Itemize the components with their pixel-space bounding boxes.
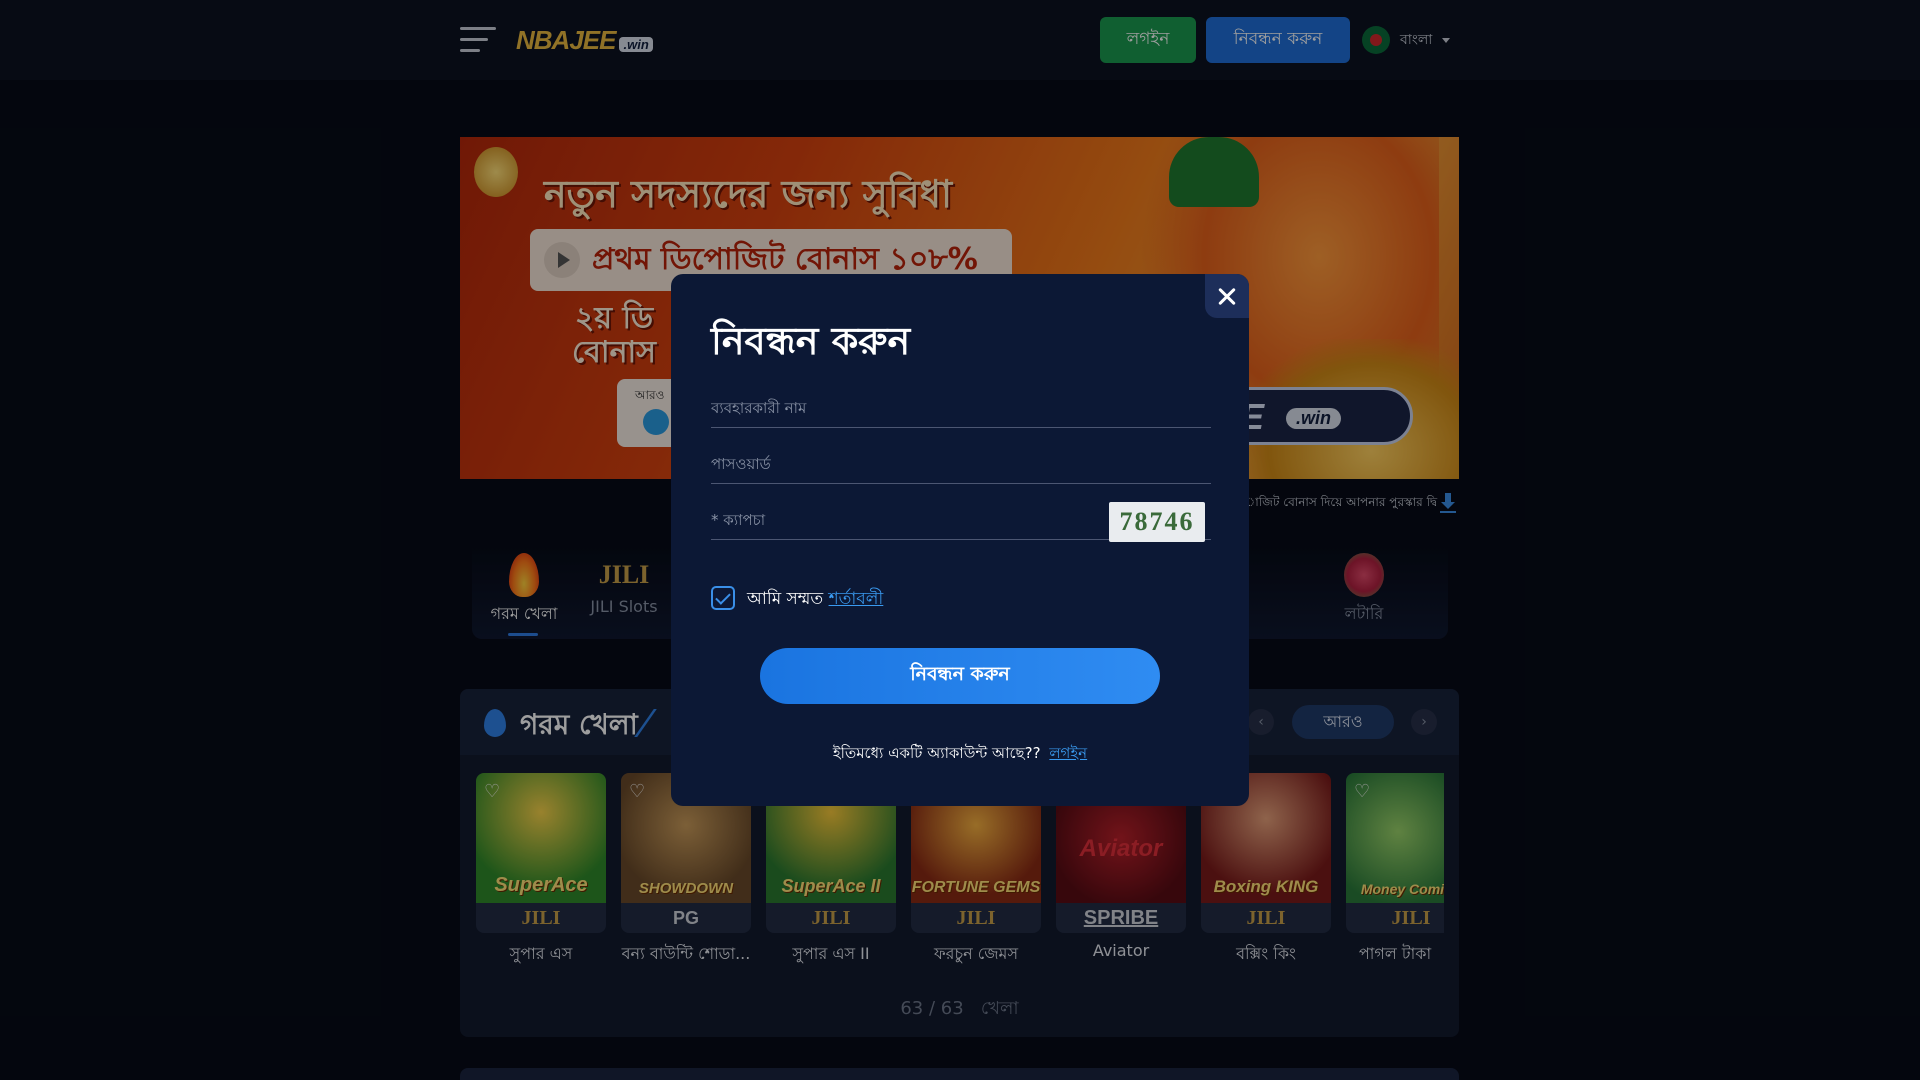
already-text: ইতিমধ্যে একটি অ্যাকাউন্ট আছে?? (832, 744, 1041, 762)
agree-text: আমি সম্মত শর্তাবলী (747, 586, 883, 614)
agree-label: আমি সম্মত (747, 589, 824, 609)
register-modal: নিবন্ধন করুন 78746 আমি সম্মত শর্তাবলী নি… (671, 274, 1249, 806)
captcha-image[interactable]: 78746 (1109, 502, 1205, 542)
close-icon[interactable] (1205, 274, 1249, 318)
already-have-account: ইতিমধ্যে একটি অ্যাকাউন্ট আছে?? লগইন (671, 742, 1249, 767)
modal-title: নিবন্ধন করুন (711, 319, 911, 363)
modal-login-link[interactable]: লগইন (1049, 744, 1087, 762)
terms-link[interactable]: শর্তাবলী (829, 589, 884, 609)
terms-checkbox[interactable] (711, 586, 735, 610)
submit-register-button[interactable]: নিবন্ধন করুন (760, 648, 1160, 704)
password-field[interactable] (711, 444, 1211, 484)
username-field[interactable] (711, 388, 1211, 428)
